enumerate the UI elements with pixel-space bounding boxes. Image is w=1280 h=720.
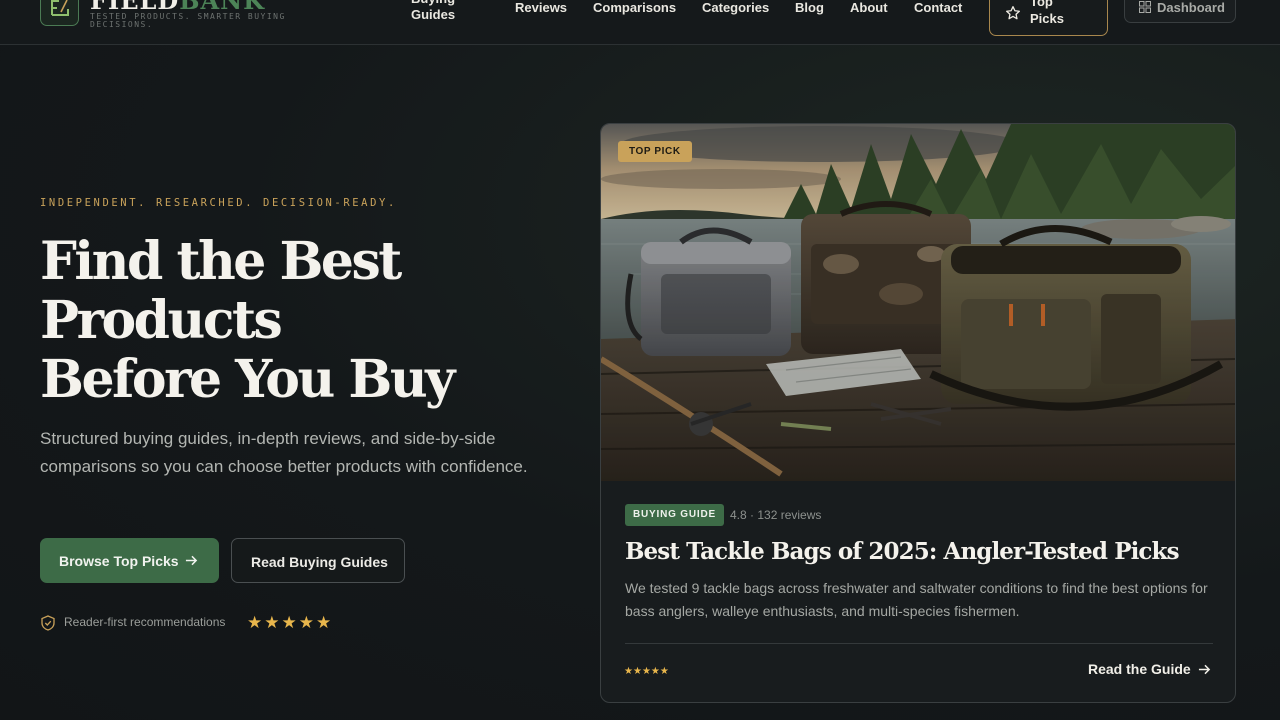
read-buying-guides-button[interactable]: Read Buying Guides xyxy=(231,538,405,583)
star-icon: ★ xyxy=(264,613,280,632)
nav-about[interactable]: About xyxy=(850,0,888,15)
card-stars: ★★★★★ xyxy=(624,661,669,679)
top-picks-button[interactable]: Top Picks xyxy=(989,0,1108,36)
arrow-right-icon xyxy=(185,555,198,566)
nav-reviews[interactable]: Reviews xyxy=(515,0,567,15)
browse-top-picks-label: Browse Top Picks xyxy=(59,553,179,569)
shield-check-icon xyxy=(41,615,55,631)
star-icon: ★ xyxy=(659,666,669,677)
hero-eyebrow: INDEPENDENT. RESEARCHED. DECISION-READY. xyxy=(40,197,397,209)
card-hero-image: TOP PICK xyxy=(601,124,1235,481)
card-divider xyxy=(625,643,1213,644)
grid-icon xyxy=(1139,1,1151,13)
hero-subtitle: Structured buying guides, in-depth revie… xyxy=(40,429,528,476)
trust-stars: ★ ★ ★ ★ ★ xyxy=(247,613,333,633)
rating-meta: 4.8 · 132 reviews xyxy=(730,508,822,522)
trust-row: Reader-first recommendations ★ ★ ★ ★ ★ xyxy=(40,613,360,633)
read-the-guide-label: Read the Guide xyxy=(1088,661,1191,677)
category-badge: BUYING GUIDE xyxy=(625,504,724,526)
hero-title: Find the Best Products Before You Buy xyxy=(40,232,540,409)
nav-comparisons[interactable]: Comparisons xyxy=(593,0,676,15)
nav-categories[interactable]: Categories xyxy=(702,0,769,15)
star-icon: ★ xyxy=(247,613,263,632)
tackle-bags-photo xyxy=(601,124,1235,481)
read-buying-guides-label: Read Buying Guides xyxy=(251,554,388,570)
top-picks-label: Top Picks xyxy=(1030,0,1064,26)
hero-title-line1: Find the Best xyxy=(40,231,402,292)
read-the-guide-link[interactable]: Read the Guide xyxy=(1088,661,1218,681)
brand-tagline: Tested products. Smarter buying decision… xyxy=(90,12,286,29)
star-icon: ★ xyxy=(316,613,332,632)
card-description: We tested 9 tackle bags across freshwate… xyxy=(625,580,1208,619)
star-icon: ★ xyxy=(632,666,642,677)
nav-blog[interactable]: Blog xyxy=(795,0,824,15)
dashboard-label: Dashboard xyxy=(1157,0,1225,15)
star-icon: ★ xyxy=(298,613,314,632)
star-icon: ★ xyxy=(650,666,660,677)
browse-top-picks-button[interactable]: Browse Top Picks xyxy=(40,538,219,583)
dashboard-button[interactable]: Dashboard xyxy=(1124,0,1236,23)
hero-title-line2: Products xyxy=(40,290,283,351)
arrow-right-icon xyxy=(1198,664,1211,675)
logo-icon[interactable] xyxy=(40,0,79,26)
card-title[interactable]: Best Tackle Bags of 2025: Angler-Tested … xyxy=(625,538,1225,565)
nav-contact[interactable]: Contact xyxy=(914,0,962,15)
top-pick-badge: TOP PICK xyxy=(618,141,692,162)
trust-text: Reader-first recommendations xyxy=(64,615,226,629)
hero-title-line3: Before You Buy xyxy=(40,349,455,410)
star-icon: ★ xyxy=(641,666,651,677)
star-icon: ★ xyxy=(281,613,297,632)
star-outline-icon xyxy=(1006,5,1020,20)
featured-guide-card[interactable]: TOP PICK BUYING GUIDE 4.8 · 132 reviews … xyxy=(600,123,1236,703)
star-icon: ★ xyxy=(624,666,633,677)
nav-buying-guides[interactable]: Buying Guides xyxy=(411,0,471,23)
site-header: FIELDBANK Tested products. Smarter buyin… xyxy=(0,0,1280,45)
